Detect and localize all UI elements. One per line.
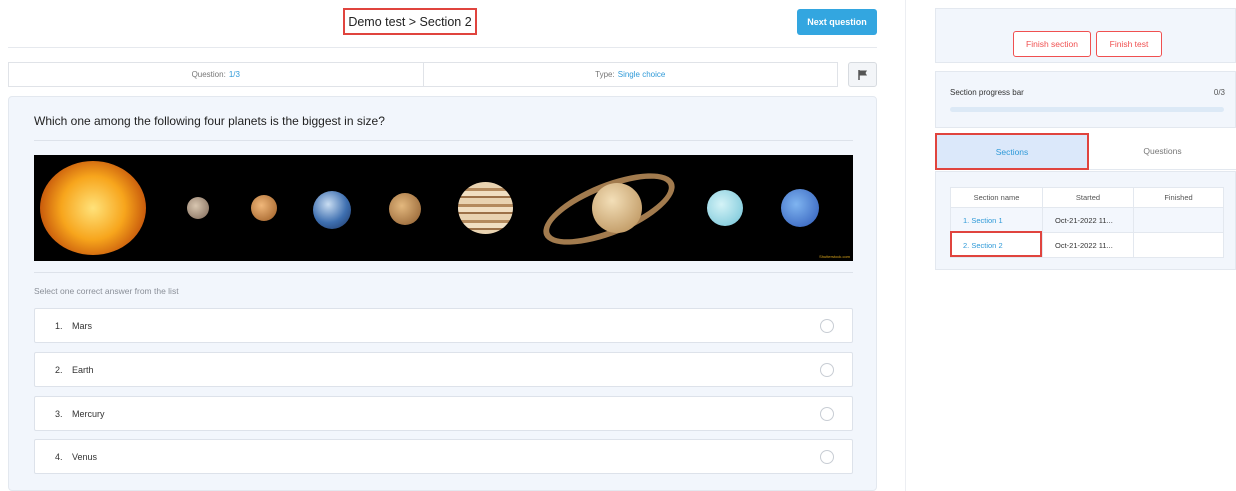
answer-number: 4. (55, 451, 63, 462)
mercury-shape (187, 197, 209, 219)
page-title: Demo test > Section 2 (343, 8, 477, 35)
tab-questions[interactable]: Questions (1089, 133, 1236, 170)
section-name-cell[interactable]: 2. Section 2 (950, 232, 1043, 258)
planets-image: Shutterstock.com (34, 155, 853, 261)
sections-table: Section name Started Finished 1. Section… (950, 187, 1224, 258)
sections-table-box: Section name Started Finished 1. Section… (935, 171, 1236, 270)
answer-option-1[interactable]: 1. Mars (34, 308, 853, 343)
venus-shape (251, 195, 277, 221)
finish-test-button[interactable]: Finish test (1096, 31, 1162, 57)
neptune-shape (781, 189, 819, 227)
section-name-cell[interactable]: 1. Section 1 (950, 207, 1043, 233)
answer-number: 2. (55, 364, 63, 375)
question-counter-value: 1/3 (228, 70, 240, 79)
question-panel: Which one among the following four plane… (8, 96, 877, 491)
image-credit: Shutterstock.com (819, 254, 850, 259)
flag-button[interactable] (848, 62, 877, 87)
answer-label: Earth (72, 364, 94, 375)
question-type-label: Type: (595, 70, 615, 79)
section-link[interactable]: 2. Section 2 (963, 241, 1003, 250)
started-cell: Oct-21-2022 11... (1042, 207, 1134, 233)
saturn-shape (592, 183, 642, 233)
answer-option-3[interactable]: 3. Mercury (34, 396, 853, 431)
answer-label: Venus (72, 451, 98, 462)
column-header: Started (1042, 187, 1134, 208)
question-type: Type: Single choice (422, 63, 838, 86)
started-cell: Oct-21-2022 11... (1042, 232, 1134, 258)
section-progress-box: Section progress bar 0/3 (935, 71, 1236, 128)
answer-number: 3. (55, 408, 63, 419)
column-header: Section name (950, 187, 1043, 208)
finish-actions-box: Finish section Finish test (935, 8, 1236, 63)
mars-shape (389, 193, 421, 225)
answer-label: Mars (72, 320, 92, 331)
answer-option-2[interactable]: 2. Earth (34, 352, 853, 387)
progress-label: Section progress bar (950, 88, 1024, 97)
radio-icon[interactable] (820, 407, 834, 421)
panel-separator (905, 0, 906, 491)
answer-instruction: Select one correct answer from the list (34, 286, 179, 296)
question-text: Which one among the following four plane… (34, 114, 385, 128)
section-link[interactable]: 1. Section 1 (963, 216, 1003, 225)
finished-cell (1133, 207, 1224, 233)
question-type-value: Single choice (617, 70, 666, 79)
answer-label: Mercury (72, 408, 105, 419)
divider (34, 272, 853, 273)
question-counter-label: Question: (191, 70, 226, 79)
uranus-shape (707, 190, 743, 226)
table-row: 2. Section 2 Oct-21-2022 11... (950, 232, 1224, 258)
jupiter-shape (458, 182, 513, 234)
radio-icon[interactable] (820, 363, 834, 377)
finish-section-button[interactable]: Finish section (1013, 31, 1091, 57)
column-header: Finished (1133, 187, 1224, 208)
finished-cell (1133, 232, 1224, 258)
flag-icon (857, 69, 867, 80)
header: Demo test > Section 2 Next question (8, 0, 877, 48)
earth-shape (313, 191, 351, 229)
answer-number: 1. (55, 320, 63, 331)
progress-count: 0/3 (1213, 88, 1225, 97)
question-info-bar: Question: 1/3 Type: Single choice (8, 62, 838, 87)
divider (34, 140, 853, 141)
table-row: 1. Section 1 Oct-21-2022 11... (950, 207, 1224, 233)
radio-icon[interactable] (820, 319, 834, 333)
answer-option-4[interactable]: 4. Venus (34, 439, 853, 474)
progress-bar (950, 107, 1224, 112)
question-counter: Question: 1/3 (9, 63, 423, 86)
tab-sections[interactable]: Sections (935, 133, 1089, 170)
sun-shape (40, 161, 146, 255)
radio-icon[interactable] (820, 450, 834, 464)
next-question-button[interactable]: Next question (797, 9, 877, 35)
